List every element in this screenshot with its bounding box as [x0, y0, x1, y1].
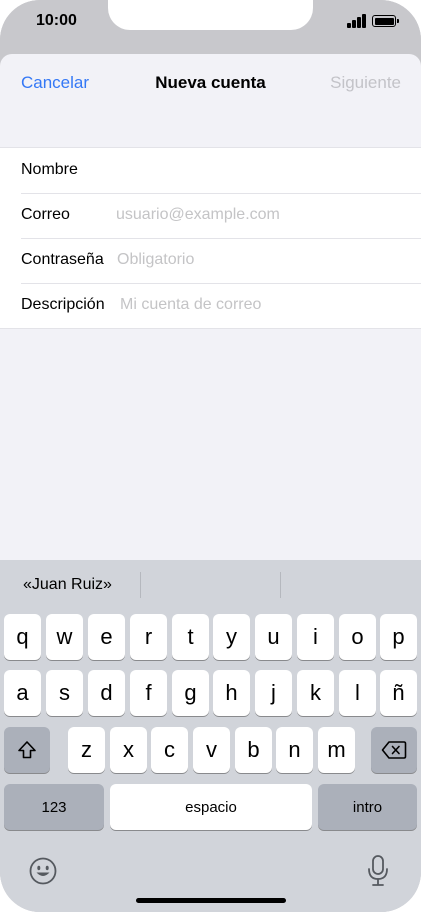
numbers-key[interactable]: 123	[4, 784, 104, 830]
suggestion-2[interactable]	[141, 576, 280, 600]
email-label: Correo	[21, 206, 70, 223]
key-n-tilde[interactable]: ñ	[380, 670, 417, 716]
status-bar: 10:00	[0, 0, 421, 46]
keyboard: «Juan Ruiz» q w e r t y u i o p a s d f …	[0, 560, 421, 912]
name-label: Nombre	[21, 161, 78, 178]
key-d[interactable]: d	[88, 670, 125, 716]
space-key[interactable]: espacio	[110, 784, 312, 830]
key-n[interactable]: n	[276, 727, 313, 773]
form-row-password[interactable]: Contraseña	[0, 238, 421, 283]
next-button[interactable]: Siguiente	[330, 73, 401, 93]
key-j[interactable]: j	[255, 670, 292, 716]
email-field[interactable]	[116, 202, 411, 228]
key-y[interactable]: y	[213, 614, 250, 660]
key-t[interactable]: t	[172, 614, 209, 660]
key-b[interactable]: b	[235, 727, 272, 773]
key-l[interactable]: l	[339, 670, 376, 716]
suggestion-3[interactable]	[281, 576, 420, 600]
delete-icon	[381, 741, 407, 759]
return-key[interactable]: intro	[318, 784, 417, 830]
cellular-signal-icon	[347, 14, 367, 28]
password-label: Contraseña	[21, 251, 104, 268]
description-field[interactable]	[120, 292, 411, 318]
key-v[interactable]: v	[193, 727, 230, 773]
key-c[interactable]: c	[151, 727, 188, 773]
key-f[interactable]: f	[130, 670, 167, 716]
home-indicator[interactable]	[136, 898, 286, 903]
emoji-button[interactable]	[28, 856, 58, 891]
shift-icon	[18, 741, 36, 759]
dictation-button[interactable]	[364, 854, 392, 893]
suggestion-bar: «Juan Ruiz»	[0, 560, 421, 612]
key-m[interactable]: m	[318, 727, 355, 773]
form-row-name[interactable]: Nombre	[0, 148, 421, 193]
notch	[108, 0, 313, 30]
navigation-bar: Cancelar Nueva cuenta Siguiente	[0, 54, 421, 114]
new-account-sheet: Cancelar Nueva cuenta Siguiente Nombre C…	[0, 54, 421, 560]
key-o[interactable]: o	[339, 614, 376, 660]
key-e[interactable]: e	[88, 614, 125, 660]
key-k[interactable]: k	[297, 670, 334, 716]
phone-screen: 10:00 Cancelar Nueva cuenta Siguiente No…	[0, 0, 421, 912]
name-field[interactable]	[116, 157, 411, 183]
key-q[interactable]: q	[4, 614, 41, 660]
key-w[interactable]: w	[46, 614, 83, 660]
key-x[interactable]: x	[110, 727, 147, 773]
password-field[interactable]	[117, 247, 411, 273]
battery-icon	[372, 15, 399, 27]
key-r[interactable]: r	[130, 614, 167, 660]
emoji-icon	[29, 857, 57, 885]
description-label: Descripción	[21, 296, 105, 313]
key-i[interactable]: i	[297, 614, 334, 660]
form-row-description[interactable]: Descripción	[0, 283, 421, 328]
status-time: 10:00	[36, 12, 77, 29]
microphone-icon	[368, 855, 388, 886]
key-a[interactable]: a	[4, 670, 41, 716]
key-h[interactable]: h	[213, 670, 250, 716]
suggestion-1[interactable]: «Juan Ruiz»	[23, 576, 112, 594]
key-u[interactable]: u	[255, 614, 292, 660]
delete-key[interactable]	[371, 727, 417, 773]
key-s[interactable]: s	[46, 670, 83, 716]
key-g[interactable]: g	[172, 670, 209, 716]
account-form: Nombre Correo Contraseña Descripción	[0, 147, 421, 329]
key-z[interactable]: z	[68, 727, 105, 773]
form-row-email[interactable]: Correo	[0, 193, 421, 238]
key-p[interactable]: p	[380, 614, 417, 660]
shift-key[interactable]	[4, 727, 50, 773]
